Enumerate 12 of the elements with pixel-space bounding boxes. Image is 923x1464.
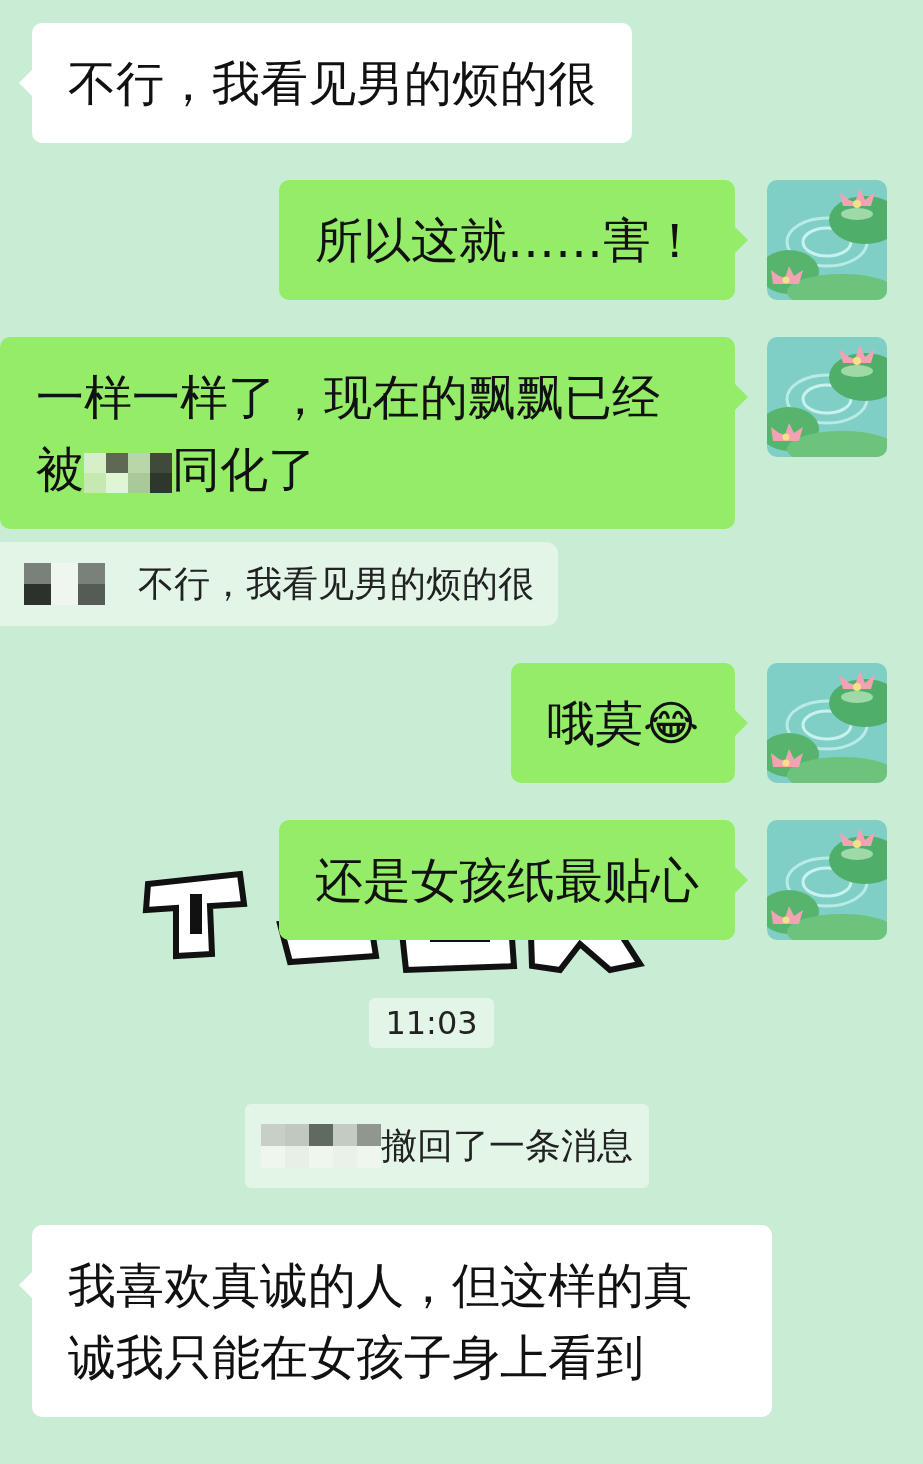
message-text: 哦莫😂 [546, 695, 699, 751]
message-text: 我喜欢真诚的人，但这样的真诚我只能在女孩子身上看到 [68, 1257, 692, 1385]
message-text: 还是女孩纸最贴心 [315, 852, 699, 908]
message-text: 不行，我看见男的烦的很 [68, 55, 596, 111]
message-text: 所以这就……害！ [315, 212, 699, 268]
timestamp: 11:03 [369, 998, 494, 1048]
message-text: 一样一样了，现在的飘飘已经 [36, 369, 660, 425]
message-text: 被 [36, 441, 84, 497]
message-text: 撤回了一条消息 [380, 1124, 633, 1168]
message-text: 不行，我看见男的烦的很 [138, 562, 534, 606]
message-text: 同化了 [172, 441, 316, 497]
quoted-message[interactable]: 不行，我看见男的烦的很 [0, 542, 558, 626]
